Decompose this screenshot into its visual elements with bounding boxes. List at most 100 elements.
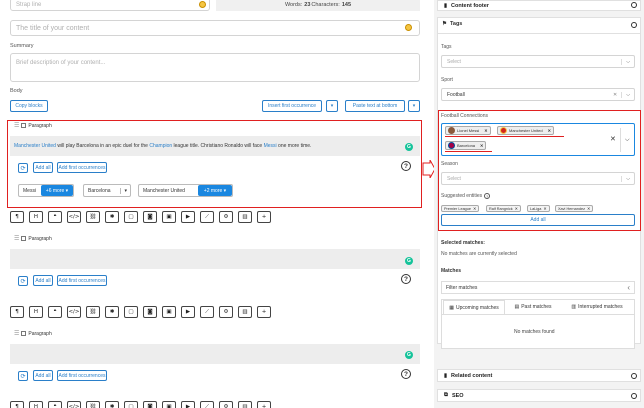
help-icon[interactable]: ?: [401, 274, 411, 284]
refresh-button[interactable]: ⟳: [18, 371, 28, 381]
chart-icon[interactable]: ⟋: [200, 306, 214, 318]
clear-icon[interactable]: ✕: [613, 92, 617, 98]
code-icon[interactable]: </>: [67, 401, 81, 408]
remove-chip-icon[interactable]: ✕: [484, 128, 487, 133]
more-button[interactable]: +6 more ▾: [41, 185, 73, 196]
camera-icon[interactable]: ◙: [143, 211, 157, 223]
entity-link[interactable]: Champion: [149, 143, 172, 149]
grammarly-icon[interactable]: G: [405, 257, 413, 265]
paragraph-checkbox[interactable]: [21, 123, 27, 128]
code-icon[interactable]: </>: [67, 306, 81, 318]
seo-section[interactable]: ⧉ SEO: [437, 389, 641, 402]
asterisk-icon[interactable]: ✱: [105, 401, 119, 408]
copy-blocks-button[interactable]: Copy blocks: [10, 100, 48, 112]
suggested-chip[interactable]: Premier League ✕: [441, 205, 480, 212]
asterisk-icon[interactable]: ✱: [105, 306, 119, 318]
document-icon[interactable]: ▢: [124, 306, 138, 318]
stats-icon[interactable]: ▥: [238, 211, 252, 223]
tab-upcoming-matches[interactable]: ▦ Upcoming matches: [443, 300, 505, 314]
add-all-button[interactable]: Add all: [33, 275, 53, 286]
paste-bottom-button[interactable]: Paste text at bottom: [345, 100, 405, 112]
chart-icon[interactable]: ⟋: [200, 211, 214, 223]
add-all-button[interactable]: Add all: [33, 162, 53, 173]
sport-select[interactable]: Football ✕ ⌵: [441, 88, 635, 101]
toggle-icon[interactable]: [631, 2, 637, 8]
entity-link[interactable]: Manchester United: [14, 143, 56, 149]
suggestion-dropdown-messi[interactable]: Messi +6 more ▾: [18, 184, 74, 197]
tags-section-header[interactable]: ⚑ Tags: [442, 21, 462, 27]
paste-dropdown-button[interactable]: ▾: [408, 100, 420, 112]
paragraph-checkbox[interactable]: [21, 236, 27, 241]
heading-icon[interactable]: H: [29, 401, 43, 408]
heading-icon[interactable]: H: [29, 211, 43, 223]
document-icon[interactable]: ▢: [124, 211, 138, 223]
add-all-entities-button[interactable]: Add all: [441, 214, 635, 226]
plus-icon[interactable]: +: [257, 401, 271, 408]
heading-icon[interactable]: H: [29, 306, 43, 318]
link-icon[interactable]: ⛓: [86, 401, 100, 408]
more-button[interactable]: +2 more ▾: [198, 185, 232, 196]
code-icon[interactable]: </>: [67, 211, 81, 223]
remove-chip-icon[interactable]: ✕: [548, 128, 551, 133]
chart-icon[interactable]: ⟋: [200, 401, 214, 408]
suggested-chip[interactable]: Ralf Rangnick ✕: [486, 205, 521, 212]
add-chip-icon[interactable]: ✕: [473, 206, 476, 211]
add-chip-icon[interactable]: ✕: [543, 206, 546, 211]
image-icon[interactable]: ▣: [162, 306, 176, 318]
image-icon[interactable]: ▣: [162, 401, 176, 408]
filter-matches-bar[interactable]: Filter matches ‹: [441, 281, 635, 294]
add-first-occurrences-button[interactable]: Add first occurrences: [57, 162, 107, 173]
toggle-icon[interactable]: [631, 373, 637, 379]
remove-chip-icon[interactable]: ✕: [480, 143, 483, 148]
toggle-icon[interactable]: [631, 22, 637, 28]
drag-handle-icon[interactable]: ☰: [14, 122, 19, 129]
tab-past-matches[interactable]: ▤ Past matches: [509, 300, 557, 314]
video-icon[interactable]: ▶: [181, 401, 195, 408]
related-content-section[interactable]: ▮ Related content: [437, 369, 641, 382]
add-chip-icon[interactable]: ✕: [515, 206, 518, 211]
document-icon[interactable]: ▢: [124, 401, 138, 408]
video-icon[interactable]: ▶: [181, 211, 195, 223]
refresh-button[interactable]: ⟳: [18, 276, 28, 286]
add-first-occurrences-button[interactable]: Add first occurrences: [57, 370, 107, 381]
help-icon[interactable]: ?: [401, 369, 411, 379]
content-footer-section[interactable]: ▮ Content footer: [437, 0, 641, 11]
quote-icon[interactable]: ❝: [48, 211, 62, 223]
suggestion-dropdown-barcelona[interactable]: Barcelona ▾: [83, 184, 131, 197]
plus-icon[interactable]: +: [257, 211, 271, 223]
insert-first-occurrence-button[interactable]: Insert first occurrence: [262, 100, 322, 112]
camera-icon[interactable]: ◙: [143, 306, 157, 318]
image-icon[interactable]: ▣: [162, 211, 176, 223]
quote-icon[interactable]: ❝: [48, 401, 62, 408]
plus-icon[interactable]: +: [257, 306, 271, 318]
toggle-icon[interactable]: [631, 393, 637, 399]
quote-icon[interactable]: ❝: [48, 306, 62, 318]
stats-icon[interactable]: ▥: [238, 306, 252, 318]
suggestion-dropdown-man-utd[interactable]: Manchester United +2 more ▾: [138, 184, 233, 197]
refresh-button[interactable]: ⟳: [18, 163, 28, 173]
add-all-button[interactable]: Add all: [33, 370, 53, 381]
chevron-down-icon[interactable]: ⌵: [620, 128, 630, 152]
paragraph-icon[interactable]: ¶: [10, 401, 24, 408]
tags-select[interactable]: Select ⌵: [441, 55, 635, 68]
grammarly-icon[interactable]: G: [405, 351, 413, 359]
strap-line-input[interactable]: Strap line: [10, 0, 210, 11]
add-first-occurrences-button[interactable]: Add first occurrences: [57, 275, 107, 286]
camera-icon[interactable]: ◙: [143, 401, 157, 408]
add-chip-icon[interactable]: ✕: [587, 206, 590, 211]
drag-handle-icon[interactable]: ☰: [14, 330, 19, 337]
stats-icon[interactable]: ▥: [238, 401, 252, 408]
season-select[interactable]: Select ⌵: [441, 172, 635, 185]
settings-icon[interactable]: ⚙: [219, 211, 233, 223]
paragraph-text-area[interactable]: Manchester United will play Barcelona in…: [10, 136, 420, 156]
video-icon[interactable]: ▶: [181, 306, 195, 318]
suggested-chip[interactable]: Xavi Hernandez ✕: [555, 205, 594, 212]
clear-icon[interactable]: ✕: [610, 135, 616, 143]
summary-textarea[interactable]: Brief description of your content...: [10, 53, 420, 82]
emoji-icon[interactable]: [199, 1, 206, 8]
entity-link[interactable]: Messi: [264, 143, 277, 149]
settings-icon[interactable]: ⚙: [219, 401, 233, 408]
emoji-icon[interactable]: [405, 24, 412, 31]
tab-interrupted-matches[interactable]: ▥ Interrupted matches: [562, 300, 632, 314]
paragraph-checkbox[interactable]: [21, 331, 27, 336]
